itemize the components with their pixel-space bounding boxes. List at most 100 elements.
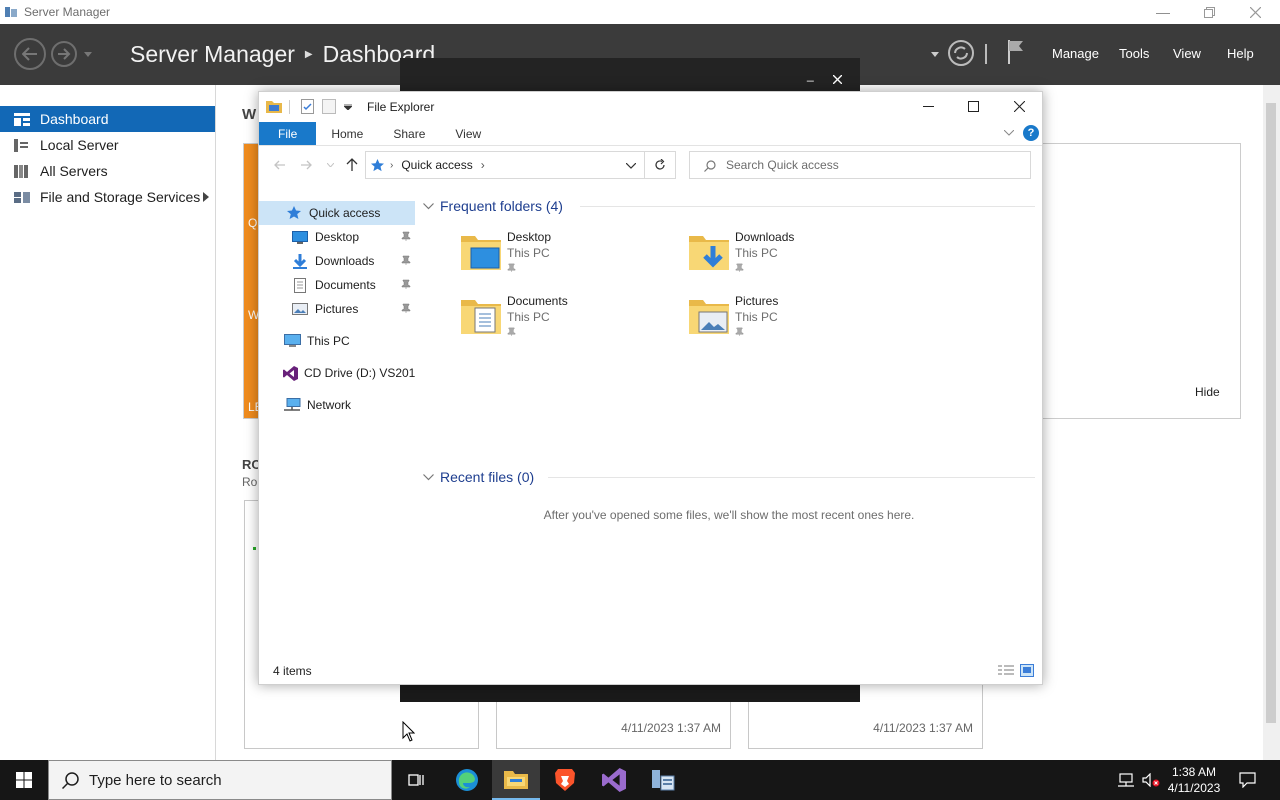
group-divider [548,477,1035,478]
pin-icon[interactable] [401,255,411,265]
explorer-minimize-button[interactable] [906,92,951,120]
restore-button[interactable] [1186,0,1232,24]
refresh-icon[interactable] [947,39,975,67]
taskbar-visual-studio[interactable] [590,760,638,800]
details-view-icon[interactable] [998,665,1014,677]
mouse-cursor-icon [402,721,415,742]
address-chevron-icon[interactable]: › [481,158,485,172]
scrollbar-thumb[interactable] [1266,103,1276,723]
up-arrow-icon[interactable] [346,158,358,171]
window-title: Server Manager [24,5,111,19]
start-button[interactable] [0,760,48,800]
back-arrow-icon[interactable] [273,160,285,170]
pictures-folder-icon [689,300,729,334]
sidebar-item-all-servers[interactable]: All Servers [0,158,215,184]
pin-icon[interactable] [401,279,411,289]
nav-item-network[interactable]: Network [259,393,415,417]
network-status-icon[interactable] [1118,773,1134,787]
taskbar-file-explorer[interactable] [492,760,540,800]
windows-logo-icon [16,772,32,788]
nav-item-this-pc[interactable]: This PC [259,329,415,353]
brave-browser-icon [555,769,575,791]
taskbar-edge[interactable] [443,760,491,800]
sidebar-item-dashboard[interactable]: Dashboard [0,106,215,132]
dialog-minimize-button[interactable]: _ [807,68,814,82]
dashboard-icon [14,112,32,126]
frequent-folders-header[interactable]: Frequent folders (4) [423,198,563,214]
collapse-chevron-icon [423,473,434,480]
folder-tile-downloads[interactable]: Downloads This PC [689,230,909,286]
nav-item-pictures[interactable]: Pictures [259,297,415,321]
folder-tile-documents[interactable]: Documents This PC [461,294,681,350]
nav-item-label: CD Drive (D:) VS2013_ [304,366,415,380]
taskbar-server-manager[interactable] [639,760,687,800]
large-icons-view-icon[interactable] [1020,664,1034,677]
taskbar-clock[interactable]: 1:38 AM 4/11/2023 [1164,764,1224,796]
help-icon[interactable]: ? [1023,125,1039,141]
folder-location: This PC [735,310,778,324]
content-scrollbar[interactable] [1263,85,1280,760]
qat-dropdown-icon[interactable] [344,104,352,110]
refresh-button[interactable] [645,151,676,179]
taskbar-brave[interactable] [541,760,589,800]
dark-dialog-titlebar: _ [400,58,860,91]
menu-tools[interactable]: Tools [1119,46,1149,61]
pin-icon [735,263,744,272]
clock-time: 1:38 AM [1171,765,1217,779]
tab-view[interactable]: View [440,122,496,145]
explorer-maximize-button[interactable] [951,92,996,120]
search-box[interactable]: Search Quick access [689,151,1031,179]
pictures-icon [291,301,309,317]
sidebar-item-local-server[interactable]: Local Server [0,132,215,158]
notifications-flag-icon[interactable] [1006,39,1028,65]
nav-item-desktop[interactable]: Desktop [259,225,415,249]
forward-button[interactable] [51,41,77,67]
nav-item-downloads[interactable]: Downloads [259,249,415,273]
refresh-dropdown-icon[interactable] [931,52,939,57]
dialog-close-icon[interactable] [833,75,842,84]
menu-manage[interactable]: Manage [1052,46,1099,61]
recent-files-title: Recent files (0) [440,469,535,485]
minimize-button[interactable]: — [1140,0,1186,24]
pin-icon[interactable] [401,303,411,313]
pin-icon[interactable] [401,231,411,241]
notification-center-icon[interactable] [1239,772,1256,788]
folder-tile-desktop[interactable]: Desktop This PC [461,230,681,286]
back-button[interactable] [14,38,46,70]
expand-arrow-icon[interactable] [203,192,209,202]
hide-link[interactable]: Hide [1195,385,1220,399]
documents-icon [291,277,309,293]
tab-share[interactable]: Share [378,122,440,145]
new-folder-icon[interactable] [322,99,336,114]
properties-icon[interactable] [301,99,314,114]
sidebar-item-file-storage[interactable]: File and Storage Services [0,184,215,210]
taskbar-search-box[interactable]: Type here to search [48,760,392,800]
restore-icon [1203,6,1215,18]
history-dropdown-icon[interactable] [84,52,92,57]
explorer-close-button[interactable] [997,92,1042,120]
nav-item-documents[interactable]: Documents [259,273,415,297]
ribbon-expand-icon[interactable] [1004,130,1014,136]
forward-arrow-icon[interactable] [301,160,313,170]
folder-tile-pictures[interactable]: Pictures This PC [689,294,909,350]
server-manager-sidebar: Dashboard Local Server All Servers File … [0,85,216,760]
recent-locations-icon[interactable] [327,163,334,167]
nav-item-quick-access[interactable]: Quick access [259,201,415,225]
task-view-button[interactable] [392,760,440,800]
sidebar-item-label: File and Storage Services [40,189,201,205]
tab-file[interactable]: File [259,122,317,145]
recent-files-header[interactable]: Recent files (0) [423,469,534,485]
vs-icon [283,365,298,381]
address-location[interactable]: Quick access [401,158,472,172]
close-button[interactable] [1232,0,1278,24]
address-bar[interactable]: › Quick access › [365,151,645,179]
group-divider [580,206,1035,207]
address-dropdown-icon[interactable] [626,163,636,169]
nav-item-cd-drive[interactable]: CD Drive (D:) VS2013_ [259,361,415,385]
menu-view[interactable]: View [1173,46,1201,61]
collapse-chevron-icon [423,202,434,209]
taskbar-search-placeholder: Type here to search [89,771,222,789]
tab-home[interactable]: Home [316,122,378,145]
menu-help[interactable]: Help [1227,46,1254,61]
volume-muted-icon[interactable] [1142,773,1160,787]
